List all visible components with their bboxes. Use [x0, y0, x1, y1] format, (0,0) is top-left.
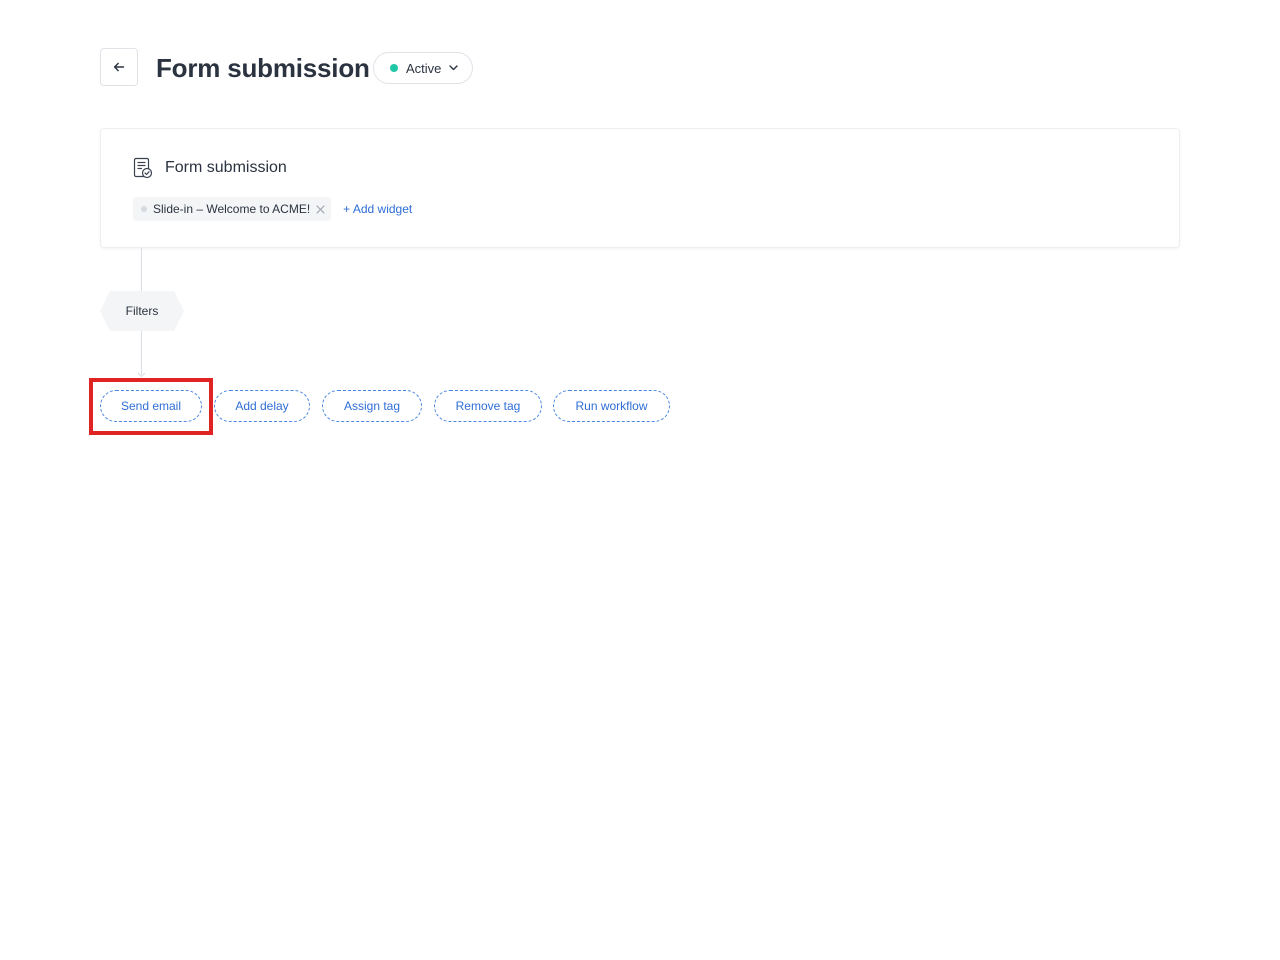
flow-connector-line [141, 248, 142, 291]
trigger-title: Form submission [165, 159, 287, 176]
status-dot [390, 64, 398, 72]
widget-chip-label: Slide-in – Welcome to ACME! [153, 202, 311, 216]
close-icon[interactable] [316, 204, 325, 214]
form-document-check-icon [133, 157, 153, 179]
arrow-left-icon [113, 61, 125, 73]
chevron-down-icon [449, 65, 458, 71]
status-label: Active [406, 60, 442, 76]
send-email-button[interactable]: Send email [100, 390, 202, 422]
add-widget-link[interactable]: + Add widget [343, 202, 412, 216]
widget-status-dot [141, 206, 147, 212]
widget-row: Slide-in – Welcome to ACME! + Add widget [133, 197, 412, 221]
remove-tag-button[interactable]: Remove tag [434, 390, 542, 422]
trigger-card[interactable]: Form submission Slide-in – Welcome to AC… [100, 128, 1180, 248]
back-button[interactable] [100, 48, 138, 86]
trigger-header: Form submission [133, 157, 287, 179]
filters-node[interactable]: Filters [100, 291, 184, 331]
automation-page: Form submission Active Form submission S… [0, 0, 1280, 960]
connector-arrow-icon [137, 372, 146, 378]
flow-connector-line [141, 331, 142, 375]
run-workflow-button[interactable]: Run workflow [553, 390, 670, 422]
widget-chip[interactable]: Slide-in – Welcome to ACME! [133, 197, 332, 221]
assign-tag-button[interactable]: Assign tag [322, 390, 422, 422]
add-delay-button[interactable]: Add delay [214, 390, 310, 422]
status-dropdown[interactable]: Active [373, 52, 473, 84]
page-title: Form submission [156, 53, 370, 83]
